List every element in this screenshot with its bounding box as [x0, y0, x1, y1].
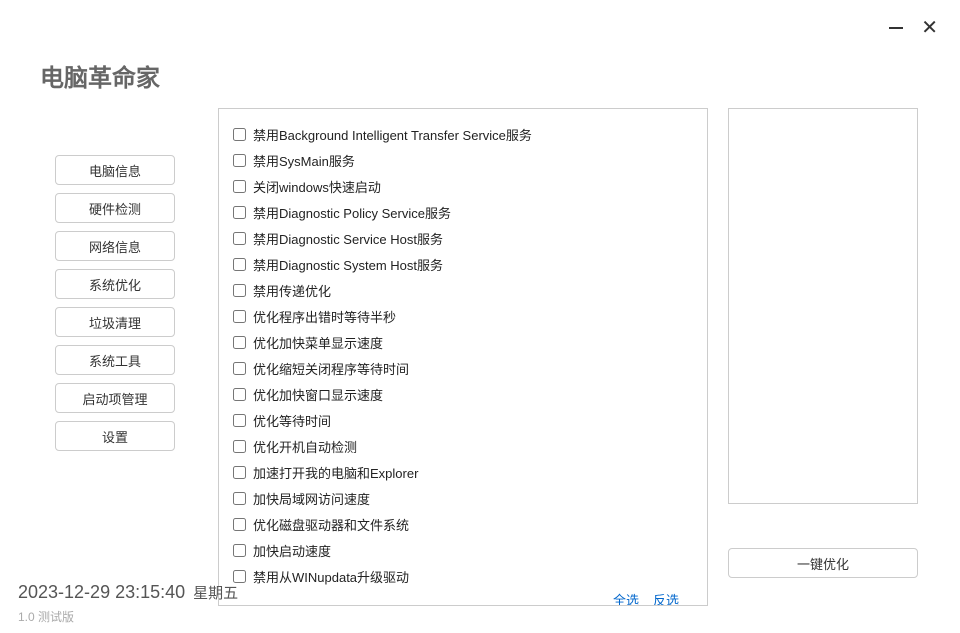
sidebar-item-label: 网络信息 — [89, 237, 141, 256]
close-icon: ✕ — [921, 17, 938, 39]
close-button[interactable]: ✕ — [921, 18, 938, 38]
option-checkbox[interactable] — [233, 544, 246, 557]
option-checkbox[interactable] — [233, 388, 246, 401]
option-checkbox[interactable] — [233, 492, 246, 505]
option-row: 加快局域网访问速度 — [233, 485, 693, 511]
option-row: 禁用Diagnostic Policy Service服务 — [233, 199, 693, 225]
option-label[interactable]: 优化缩短关闭程序等待时间 — [253, 359, 409, 378]
minimize-button[interactable] — [889, 27, 903, 29]
option-label[interactable]: 关闭windows快速启动 — [253, 177, 381, 196]
option-checkbox[interactable] — [233, 518, 246, 531]
option-checkbox[interactable] — [233, 336, 246, 349]
option-row: 关闭windows快速启动 — [233, 173, 693, 199]
option-checkbox[interactable] — [233, 128, 246, 141]
sidebar-item-optimize[interactable]: 系统优化 — [55, 269, 175, 299]
option-row: 优化加快菜单显示速度 — [233, 329, 693, 355]
option-checkbox[interactable] — [233, 466, 246, 479]
option-label[interactable]: 禁用从WINupdata升级驱动 — [253, 567, 409, 586]
minimize-icon — [889, 27, 903, 29]
option-checkbox[interactable] — [233, 284, 246, 297]
option-label[interactable]: 禁用Diagnostic Policy Service服务 — [253, 203, 451, 222]
option-row: 禁用从WINupdata升级驱动 — [233, 563, 693, 589]
options-list: 禁用Background Intelligent Transfer Servic… — [233, 121, 693, 606]
sidebar-item-label: 电脑信息 — [89, 161, 141, 180]
option-row: 禁用SysMain服务 — [233, 147, 693, 173]
option-checkbox[interactable] — [233, 440, 246, 453]
option-label[interactable]: 优化磁盘驱动器和文件系统 — [253, 515, 409, 534]
option-label[interactable]: 优化等待时间 — [253, 411, 331, 430]
sidebar-item-startup[interactable]: 启动项管理 — [55, 383, 175, 413]
datetime-text: 2023-12-29 23:15:40 — [18, 582, 185, 603]
option-label[interactable]: 禁用Diagnostic System Host服务 — [253, 255, 443, 274]
option-checkbox[interactable] — [233, 232, 246, 245]
option-checkbox[interactable] — [233, 362, 246, 375]
option-label[interactable]: 加快启动速度 — [253, 541, 331, 560]
option-row: 加快启动速度 — [233, 537, 693, 563]
sidebar-item-label: 硬件检测 — [89, 199, 141, 218]
option-row: 优化程序出错时等待半秒 — [233, 303, 693, 329]
app-title: 电脑革命家 — [40, 58, 160, 93]
footer-datetime: 2023-12-29 23:15:40 星期五 — [18, 582, 238, 603]
sidebar-item-network[interactable]: 网络信息 — [55, 231, 175, 261]
option-row: 优化等待时间 — [233, 407, 693, 433]
option-checkbox[interactable] — [233, 154, 246, 167]
sidebar-item-label: 设置 — [102, 427, 128, 446]
option-row: 优化磁盘驱动器和文件系统 — [233, 511, 693, 537]
option-row: 加速打开我的电脑和Explorer — [233, 459, 693, 485]
option-label[interactable]: 优化加快窗口显示速度 — [253, 385, 383, 404]
option-label[interactable]: 禁用Background Intelligent Transfer Servic… — [253, 125, 532, 144]
option-row: 禁用Diagnostic Service Host服务 — [233, 225, 693, 251]
option-checkbox[interactable] — [233, 206, 246, 219]
sidebar-item-label: 系统优化 — [89, 275, 141, 294]
option-checkbox[interactable] — [233, 414, 246, 427]
option-row: 禁用Diagnostic System Host服务 — [233, 251, 693, 277]
option-row: 禁用传递优化 — [233, 277, 693, 303]
log-panel — [728, 108, 918, 504]
option-checkbox[interactable] — [233, 180, 246, 193]
sidebar-item-pcinfo[interactable]: 电脑信息 — [55, 155, 175, 185]
sidebar-item-clean[interactable]: 垃圾清理 — [55, 307, 175, 337]
option-label[interactable]: 优化程序出错时等待半秒 — [253, 307, 396, 326]
option-label[interactable]: 禁用SysMain服务 — [253, 151, 355, 170]
option-label[interactable]: 加快局域网访问速度 — [253, 489, 370, 508]
option-label[interactable]: 优化加快菜单显示速度 — [253, 333, 383, 352]
select-actions: 全选 反选 — [613, 590, 679, 606]
option-label[interactable]: 禁用Diagnostic Service Host服务 — [253, 229, 443, 248]
option-checkbox[interactable] — [233, 570, 246, 583]
option-label[interactable]: 禁用传递优化 — [253, 281, 331, 300]
option-label[interactable]: 优化开机自动检测 — [253, 437, 357, 456]
option-checkbox[interactable] — [233, 310, 246, 323]
option-row: 优化开机自动检测 — [233, 433, 693, 459]
sidebar-item-label: 垃圾清理 — [89, 313, 141, 332]
optimize-button[interactable]: 一键优化 — [728, 548, 918, 578]
invert-selection-link[interactable]: 反选 — [653, 590, 679, 606]
sidebar-item-label: 启动项管理 — [82, 389, 147, 408]
weekday-text: 星期五 — [193, 582, 238, 603]
sidebar-item-tools[interactable]: 系统工具 — [55, 345, 175, 375]
option-checkbox[interactable] — [233, 258, 246, 271]
optimize-button-label: 一键优化 — [797, 554, 849, 573]
sidebar-item-label: 系统工具 — [89, 351, 141, 370]
select-all-link[interactable]: 全选 — [613, 590, 639, 606]
sidebar-item-hardware[interactable]: 硬件检测 — [55, 193, 175, 223]
option-row: 优化缩短关闭程序等待时间 — [233, 355, 693, 381]
option-label[interactable]: 加速打开我的电脑和Explorer — [253, 463, 418, 482]
version-text: 1.0 测试版 — [18, 608, 74, 625]
window-controls: ✕ — [889, 18, 938, 38]
option-row: 优化加快窗口显示速度 — [233, 381, 693, 407]
sidebar: 电脑信息 硬件检测 网络信息 系统优化 垃圾清理 系统工具 启动项管理 设置 — [55, 155, 175, 451]
option-row: 禁用Background Intelligent Transfer Servic… — [233, 121, 693, 147]
sidebar-item-settings[interactable]: 设置 — [55, 421, 175, 451]
options-panel: 禁用Background Intelligent Transfer Servic… — [218, 108, 708, 606]
